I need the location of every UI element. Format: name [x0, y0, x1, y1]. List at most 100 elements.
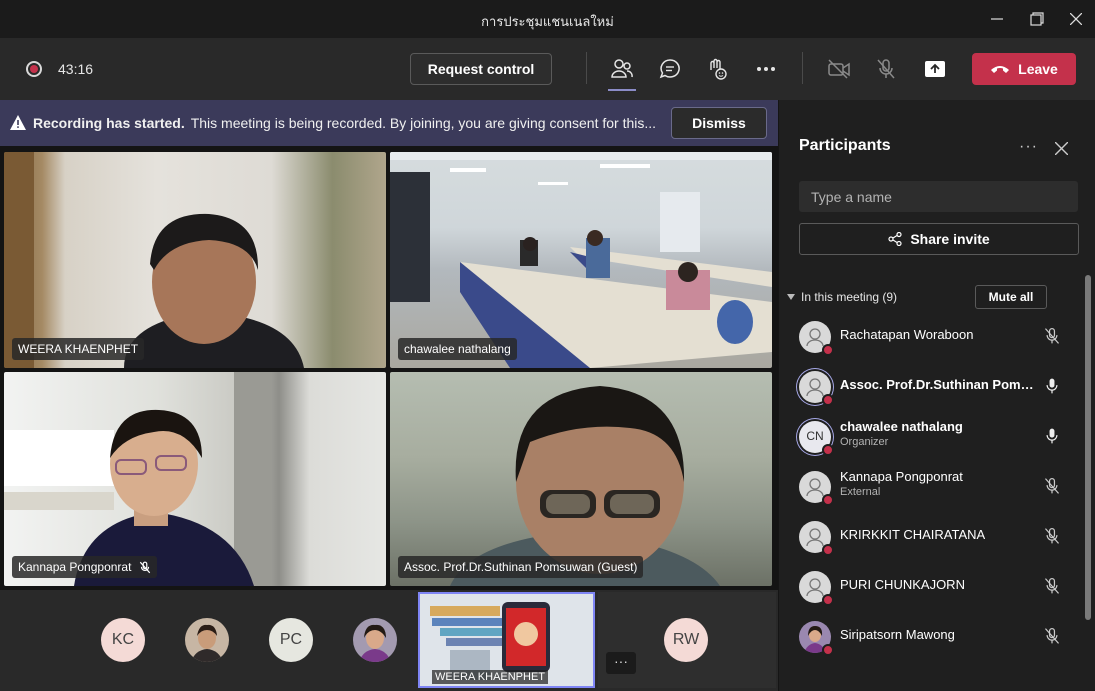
- maximize-button[interactable]: [1024, 6, 1050, 32]
- warning-icon: [10, 115, 26, 130]
- participant-avatar[interactable]: PC: [269, 618, 313, 662]
- participant-name: Assoc. Prof.Dr.Suthinan Pomsuwan (Guest): [404, 560, 638, 574]
- avatar-photo: [353, 618, 397, 662]
- video-name-label: WEERA KHAENPHET: [12, 338, 145, 360]
- participant-name: Kannapa Pongponrat: [18, 560, 132, 574]
- minimize-button[interactable]: [984, 6, 1010, 32]
- participant-name: chawalee nathalang: [404, 342, 511, 356]
- participant-row[interactable]: Siripatsorn Mawong: [779, 611, 1079, 661]
- mic-icon: [1046, 378, 1058, 394]
- leave-label: Leave: [1018, 61, 1058, 77]
- avatar-photo: [185, 618, 229, 662]
- mic-off-icon: [1044, 478, 1060, 494]
- chat-icon: [659, 59, 680, 79]
- participant-avatar[interactable]: KC: [101, 618, 145, 662]
- mic-off-icon: [877, 59, 895, 79]
- screen-share-name: WEERA KHAENPHET: [432, 670, 549, 684]
- avatar: CN: [799, 421, 834, 456]
- request-control-button[interactable]: Request control: [410, 53, 552, 85]
- video-tile[interactable]: chawalee nathalang: [390, 152, 772, 368]
- participant-row[interactable]: CN chawalee nathalang Organizer: [779, 411, 1079, 461]
- screen-share-tile[interactable]: WEERA KHAENPHET: [418, 592, 595, 688]
- share-invite-button[interactable]: Share invite: [799, 223, 1079, 255]
- reactions-button[interactable]: [703, 55, 731, 83]
- video-tile[interactable]: WEERA KHAENPHET: [4, 152, 386, 368]
- show-participants-button[interactable]: [608, 55, 636, 91]
- participant-row[interactable]: Rachatapan Woraboon: [779, 311, 1079, 361]
- restore-icon: [1030, 12, 1044, 26]
- status-badge: [822, 644, 834, 656]
- participant-name: PURI CHUNKAJORN: [840, 577, 965, 592]
- video-name-label: Assoc. Prof.Dr.Suthinan Pomsuwan (Guest): [398, 556, 644, 578]
- participant-row[interactable]: Assoc. Prof.Dr.Suthinan Poms...: [779, 361, 1079, 411]
- video-name-label: chawalee nathalang: [398, 338, 517, 360]
- close-icon[interactable]: [1055, 142, 1068, 155]
- more-actions-button[interactable]: [752, 55, 780, 83]
- participant-name: Kannapa Pongponrat: [840, 469, 963, 484]
- recording-banner: Recording has started. This meeting is be…: [0, 100, 778, 146]
- panel-scrollbar[interactable]: [1085, 275, 1091, 620]
- dismiss-button[interactable]: Dismiss: [671, 107, 767, 139]
- participant-role: External: [840, 486, 881, 498]
- mic-off-icon: [140, 561, 151, 573]
- toolbar-divider: [586, 52, 587, 84]
- participant-row[interactable]: Kannapa Pongponrat External: [779, 461, 1079, 511]
- avatar: [799, 321, 834, 356]
- participant-video: [450, 386, 720, 586]
- status-badge: [822, 544, 834, 556]
- participant-name: WEERA KHAENPHET: [18, 342, 139, 356]
- participant-name: KRIRKKIT CHAIRATANA: [840, 527, 986, 542]
- avatar: [799, 621, 834, 656]
- mic-off-icon: [1044, 528, 1060, 544]
- mic-toggle-button[interactable]: [872, 55, 900, 83]
- chevron-down-icon: [787, 294, 795, 300]
- participant-avatar[interactable]: [185, 618, 229, 662]
- participant-search-input[interactable]: [799, 181, 1078, 212]
- participant-video: [4, 152, 304, 368]
- in-meeting-section-header[interactable]: In this meeting (9): [787, 290, 897, 304]
- participant-video: [4, 372, 272, 586]
- participant-avatar: RW: [664, 618, 708, 662]
- leave-button[interactable]: Leave: [972, 53, 1076, 85]
- meeting-timer: 43:16: [58, 61, 94, 77]
- more-icon: [757, 67, 775, 71]
- raise-hand-icon: [710, 58, 727, 80]
- mic-icon: [1046, 428, 1058, 444]
- share-content-button[interactable]: [921, 55, 949, 83]
- banner-text: This meeting is being recorded. By joini…: [190, 115, 657, 131]
- section-label: In this meeting (9): [801, 290, 898, 304]
- participant-name: chawalee nathalang: [840, 419, 963, 434]
- participant-avatar[interactable]: [353, 618, 397, 662]
- status-badge: [822, 344, 834, 356]
- meeting-toolbar: 43:16 Request control Leave: [0, 38, 1095, 100]
- toolbar-divider: [802, 52, 803, 84]
- participant-name: Rachatapan Woraboon: [840, 327, 974, 342]
- participant-row[interactable]: PURI CHUNKAJORN: [779, 561, 1079, 611]
- participant-role: Organizer: [840, 436, 889, 448]
- mic-off-icon: [1044, 628, 1060, 644]
- avatar: [799, 471, 834, 506]
- video-tile[interactable]: Assoc. Prof.Dr.Suthinan Pomsuwan (Guest): [390, 372, 772, 586]
- people-icon: [611, 59, 633, 78]
- show-chat-button[interactable]: [656, 55, 684, 83]
- minimize-icon: [991, 18, 1003, 20]
- participants-panel: Participants ··· Share invite In this me…: [778, 100, 1095, 691]
- close-window-button[interactable]: [1063, 6, 1089, 32]
- status-badge: [822, 444, 834, 456]
- camera-toggle-button[interactable]: [825, 55, 853, 83]
- avatar: [799, 371, 834, 406]
- share-invite-label: Share invite: [910, 231, 990, 247]
- title-bar: การประชุมแชนเนลใหม่: [0, 0, 1095, 38]
- banner-message: Recording has started. This meeting is be…: [33, 115, 656, 131]
- avatar: [799, 521, 834, 556]
- avatar-initials: CN: [806, 429, 824, 443]
- avatar: [799, 571, 834, 606]
- participant-row[interactable]: KRIRKKIT CHAIRATANA: [779, 511, 1079, 561]
- hang-up-icon: [991, 66, 1010, 73]
- video-tile[interactable]: Kannapa Pongponrat: [4, 372, 386, 586]
- window-title: การประชุมแชนเนลใหม่: [481, 14, 614, 29]
- panel-more-button[interactable]: ···: [1019, 138, 1038, 156]
- status-badge: [822, 394, 834, 406]
- more-participants-button[interactable]: ···: [606, 652, 636, 674]
- mute-all-button[interactable]: Mute all: [975, 285, 1047, 309]
